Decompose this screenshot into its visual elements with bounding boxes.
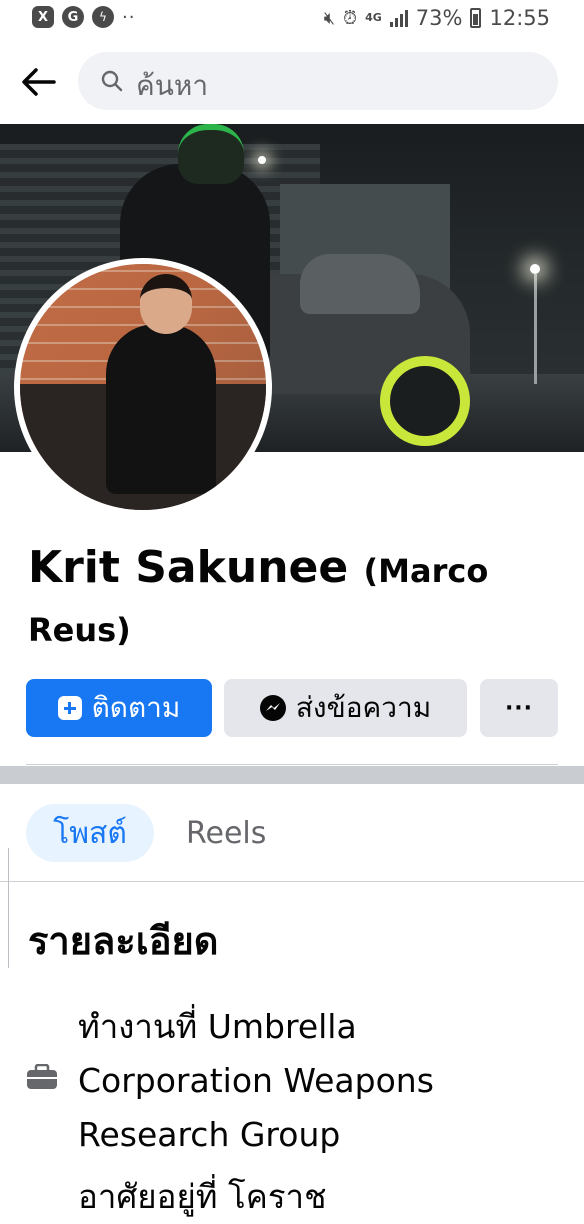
signal-icon: [389, 9, 408, 27]
follow-plus-icon: [57, 696, 82, 720]
battery-percent: 73%: [415, 6, 463, 30]
mute-icon: 🔇︎: [323, 7, 336, 29]
tab-reels[interactable]: Reels: [186, 804, 266, 862]
follow-button[interactable]: ติดตาม: [26, 679, 212, 737]
section-separator: [0, 766, 584, 784]
profile-actions: ติดตาม ส่งข้อความ ···: [26, 679, 558, 737]
back-button[interactable]: [18, 62, 58, 102]
messenger-icon: ϟ: [92, 6, 114, 28]
messenger-icon: [259, 695, 286, 721]
search-icon: [101, 70, 123, 92]
arrow-left-icon: [22, 68, 56, 96]
work-text: ทำงานที่ Umbrella Corporation Weapons Re…: [78, 1007, 434, 1154]
status-bar: X G ϟ ·· 🔇︎ ⏰︎ 4G 73% 12:55: [0, 0, 584, 40]
more-icon: ···: [504, 695, 534, 721]
details-heading: รายละเอียด: [28, 919, 219, 963]
follow-label: ติดตาม: [91, 691, 181, 724]
more-options-button[interactable]: ···: [480, 679, 558, 737]
google-icon: G: [62, 6, 84, 28]
more-notifications-icon: ··: [122, 6, 136, 28]
network-type: 4G: [365, 11, 382, 24]
profile-picture[interactable]: [14, 258, 272, 516]
divider: [26, 764, 558, 765]
tab-posts[interactable]: โพสต์: [26, 804, 154, 862]
profile-tabs: โพสต์ Reels: [0, 784, 584, 882]
scroll-edge: [0, 848, 9, 968]
clock: 12:55: [489, 6, 550, 30]
search-input[interactable]: ค้นหา: [78, 52, 558, 110]
briefcase-icon: [27, 1064, 57, 1089]
message-button[interactable]: ส่งข้อความ: [224, 679, 467, 737]
profile-name: Krit Sakunee (Marco Reus): [28, 540, 568, 658]
profile-full-name: Krit Sakunee: [28, 542, 349, 593]
alarm-icon: ⏰︎: [343, 7, 358, 29]
search-placeholder: ค้นหา: [136, 69, 209, 102]
battery-icon: [470, 8, 482, 28]
app-x-icon: X: [32, 6, 54, 28]
location-detail: อาศัยอยู่ที่ โคราช: [78, 1177, 327, 1216]
top-bar: ค้นหา: [0, 44, 584, 120]
message-label: ส่งข้อความ: [295, 691, 432, 724]
